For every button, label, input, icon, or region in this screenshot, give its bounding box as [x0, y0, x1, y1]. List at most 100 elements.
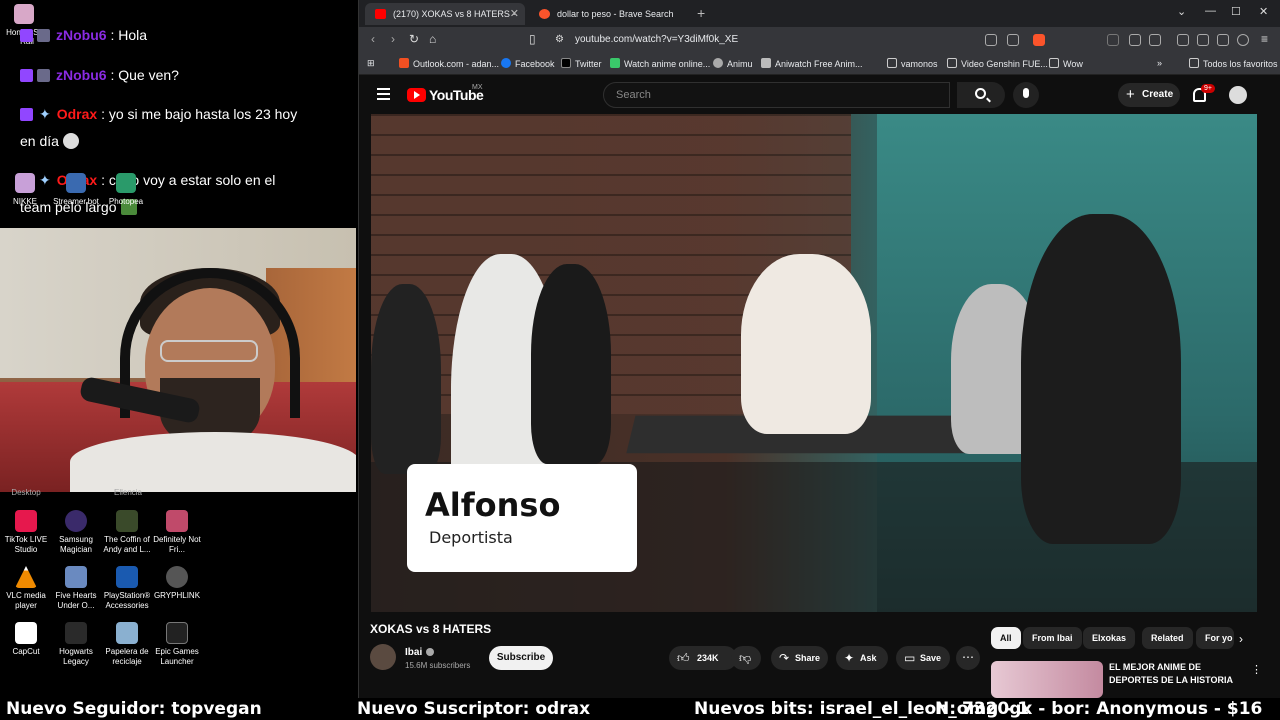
bookmark-twitter[interactable]: Twitter — [561, 58, 602, 69]
dislike-button[interactable]: 👎︎ — [731, 646, 761, 670]
chip-all[interactable]: All — [991, 627, 1021, 649]
streamer-bot-icon[interactable] — [66, 173, 86, 193]
desktop-icon-label-partial: Ellencia — [113, 488, 142, 497]
five-hearts-shortcut[interactable]: Five Hearts Under O... — [50, 566, 102, 611]
save-button[interactable]: ▭ Save — [896, 646, 950, 670]
region-code: MX — [472, 84, 483, 91]
tab-brave-search[interactable]: dollar to peso - Brave Search — [529, 3, 689, 25]
vlc-shortcut[interactable]: VLC media player — [0, 566, 52, 611]
reload-icon[interactable]: ↻ — [409, 32, 419, 46]
capcut-shortcut[interactable]: CapCut — [0, 622, 52, 657]
playstation-accessories-shortcut[interactable]: PlayStation® Accessories — [101, 566, 153, 611]
maximize-button[interactable]: ☐ — [1231, 5, 1241, 18]
sparkle-badge-icon: ✦ — [39, 106, 51, 122]
thumbs-up-icon: 👍︎ — [677, 651, 690, 665]
bookmark-label: Aniwatch Free Anim... — [775, 59, 863, 69]
tab-bar: (2170) XOKAS vs 8 HATERS - You ✕ dollar … — [359, 0, 1280, 41]
brave-shields-icon[interactable] — [1033, 34, 1045, 46]
plus-icon: + — [1126, 86, 1135, 103]
menu-icon[interactable]: ≡ — [1261, 32, 1268, 46]
honkai-star-rail-icon[interactable] — [14, 4, 34, 24]
recommended-menu-icon[interactable]: ⋮ — [1251, 663, 1262, 676]
bookmark-vamonos[interactable]: vamonos — [887, 58, 938, 69]
gryphlink-shortcut[interactable]: GRYPHLINK — [151, 566, 203, 601]
photopea-icon[interactable] — [116, 173, 136, 193]
share-page-icon[interactable] — [1007, 34, 1019, 46]
tab-search-icon[interactable]: ⌄ — [1177, 5, 1186, 18]
thumbs-down-icon: 👎︎ — [739, 651, 752, 665]
screenshot-icon[interactable] — [1149, 34, 1161, 46]
apps-icon[interactable]: ⊞ — [367, 58, 375, 69]
bookmark-aniwatch[interactable]: Aniwatch Free Anim... — [761, 58, 863, 69]
bookmarks-overflow-icon[interactable]: » — [1157, 58, 1162, 68]
bookmark-wow[interactable]: Wow — [1049, 58, 1083, 69]
minimize-button[interactable]: — — [1205, 5, 1216, 17]
youtube-logo-icon[interactable] — [407, 88, 426, 102]
definitely-not-fried-shortcut[interactable]: Definitely Not Fri... — [151, 510, 203, 555]
like-button[interactable]: 👍︎ 234K — [669, 646, 737, 670]
vpn-icon[interactable] — [1237, 34, 1249, 46]
nikke-icon[interactable] — [15, 173, 35, 193]
search-button[interactable] — [957, 82, 1005, 108]
coffin-of-andy-shortcut[interactable]: The Coffin of Andy and L... — [101, 510, 153, 555]
channel-name[interactable]: Ibai — [405, 647, 422, 658]
hamburger-menu-icon[interactable] — [377, 88, 390, 100]
bookmark-outlook[interactable]: Outlook.com - adan... — [399, 58, 499, 69]
epic-games-shortcut[interactable]: Epic Games Launcher — [151, 622, 203, 667]
shortcut-label: Definitely Not Fri... — [153, 535, 201, 554]
account-avatar[interactable] — [1229, 86, 1247, 104]
chat-message-continued: en día — [20, 128, 79, 155]
voice-search-button[interactable] — [1013, 82, 1039, 108]
bookmark-icon[interactable]: ▯ — [529, 32, 536, 46]
music-icon[interactable] — [1177, 34, 1189, 46]
youtube-header: YouTube MX Search + Create 9+ — [359, 76, 1280, 114]
wallet-icon[interactable] — [1217, 34, 1229, 46]
extensions-icon[interactable] — [1129, 34, 1141, 46]
tab-youtube[interactable]: (2170) XOKAS vs 8 HATERS - You ✕ — [365, 3, 525, 41]
shortcut-label: Samsung Magician — [59, 535, 93, 554]
capcut-icon — [15, 622, 37, 644]
more-actions-icon[interactable]: ⋯ — [956, 646, 980, 670]
cast-icon[interactable] — [985, 34, 997, 46]
sidebar-icon[interactable] — [1197, 34, 1209, 46]
subscribe-button[interactable]: Subscribe — [489, 646, 553, 670]
chip-related[interactable]: Related — [1142, 627, 1193, 649]
hogwarts-legacy-shortcut[interactable]: Hogwarts Legacy — [50, 622, 102, 667]
close-window-button[interactable]: ✕ — [1259, 5, 1268, 18]
new-tab-button[interactable]: + — [697, 5, 705, 21]
save-label: Save — [920, 653, 942, 663]
back-icon[interactable]: ‹ — [371, 32, 375, 46]
samsung-magician-icon — [65, 510, 87, 532]
bookmark-video-genshin[interactable]: Video Genshin FUE... — [947, 58, 1048, 69]
create-button[interactable]: + Create — [1118, 83, 1180, 107]
chip-elxokas[interactable]: Elxokas — [1083, 627, 1136, 649]
bookmark-all-favorites[interactable]: Todos los favoritos — [1189, 58, 1278, 69]
bookmark-animu[interactable]: Animu — [713, 58, 753, 69]
forward-icon[interactable]: › — [391, 32, 395, 46]
subscriber-count: 15.6M subscribers — [405, 661, 471, 670]
samsung-magician-shortcut[interactable]: Samsung Magician — [50, 510, 102, 555]
search-input[interactable]: Search — [603, 82, 950, 108]
bookmark-facebook[interactable]: Facebook — [501, 58, 555, 69]
brave-search-favicon-icon — [539, 9, 550, 19]
close-tab-icon[interactable]: ✕ — [510, 3, 519, 25]
channel-avatar[interactable] — [370, 644, 396, 670]
chip-for-you[interactable]: For yo — [1196, 627, 1234, 649]
recommended-title[interactable]: EL MEJOR ANIME DE DEPORTES DE LA HISTORI… — [1109, 661, 1244, 687]
site-info-icon[interactable]: ⚙ — [555, 34, 564, 45]
desktop-icon-label-partial: Desktop — [11, 488, 41, 497]
rewards-icon[interactable] — [1107, 34, 1119, 46]
share-button[interactable]: ↷ Share — [771, 646, 828, 670]
chevron-right-icon[interactable]: › — [1239, 632, 1243, 646]
recycle-bin-shortcut[interactable]: Papelera de reciclaje — [101, 622, 153, 667]
notification-count-badge: 9+ — [1201, 84, 1215, 93]
url-input[interactable]: youtube.com/watch?v=Y3diMf0k_XE — [575, 34, 738, 45]
tiktok-live-studio-shortcut[interactable]: TikTok LIVE Studio — [0, 510, 52, 555]
lower-third-name: Alfonso — [425, 486, 561, 524]
recommended-thumbnail[interactable] — [991, 661, 1103, 698]
bookmark-watch-anime[interactable]: Watch anime online... — [610, 58, 710, 69]
chip-from-ibai[interactable]: From Ibai — [1023, 627, 1082, 649]
home-icon[interactable]: ⌂ — [429, 32, 436, 46]
video-player[interactable]: Alfonso Deportista — [371, 114, 1257, 612]
ask-button[interactable]: ✦ Ask — [836, 646, 888, 670]
